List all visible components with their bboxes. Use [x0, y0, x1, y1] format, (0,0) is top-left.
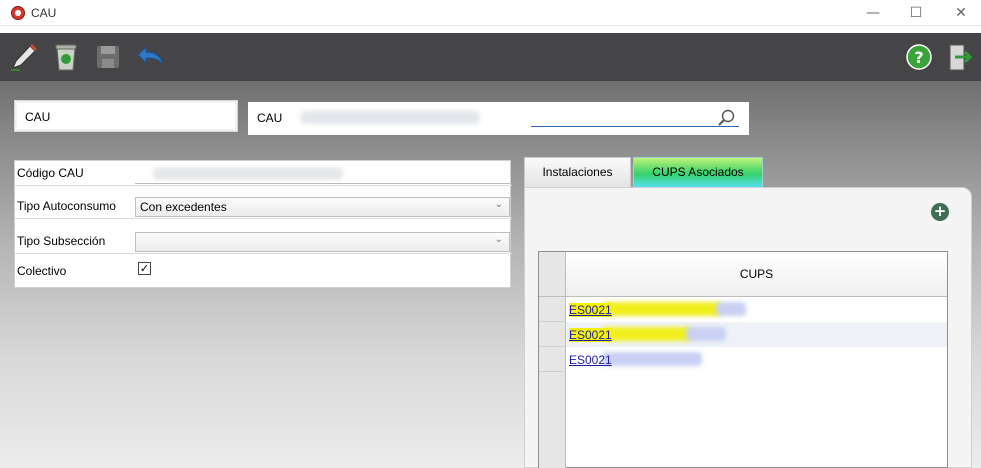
codigo-cau-label: Código CAU: [17, 166, 84, 180]
chevron-down-icon: ⌄: [494, 234, 503, 245]
window-title: CAU: [31, 6, 57, 20]
cups-value-redacted: [686, 327, 726, 341]
grid-corner: [539, 252, 566, 297]
cau-search-label: CAU: [257, 111, 283, 125]
row-header[interactable]: [539, 297, 566, 322]
form-row-subseccion: Tipo Subsección ⌄: [15, 229, 512, 254]
title-bar: CAU — ☐ ✕: [0, 0, 981, 26]
minimize-button[interactable]: —: [858, 2, 888, 24]
colectivo-label: Colectivo: [17, 264, 67, 278]
table-row[interactable]: ES0021: [566, 322, 947, 347]
cups-column-header[interactable]: CUPS: [566, 252, 947, 297]
exit-door-icon[interactable]: [943, 41, 975, 73]
tipo-subseccion-label: Tipo Subsección: [17, 234, 106, 248]
cau-box-label: CAU: [25, 110, 51, 124]
recycle-bin-icon[interactable]: [50, 41, 82, 73]
chevron-down-icon: ⌄: [494, 199, 503, 210]
cups-highlight-redacted: [602, 327, 692, 341]
app-logo-icon: [11, 6, 25, 20]
toolbar: ?: [0, 33, 981, 81]
svg-text:?: ?: [914, 48, 923, 67]
tab-instalaciones[interactable]: Instalaciones: [524, 157, 631, 187]
cau-box: CAU: [14, 100, 238, 132]
row-header[interactable]: [539, 347, 566, 372]
cau-form: Código CAU Tipo Autoconsumo Con excedent…: [14, 160, 512, 288]
cau-search-field[interactable]: CAU: [248, 102, 749, 135]
tipo-autoconsumo-select[interactable]: Con excedentes ⌄: [135, 197, 510, 217]
cau-search-value-redacted: [300, 111, 480, 124]
save-disk-icon[interactable]: [92, 41, 124, 73]
tipo-autoconsumo-label: Tipo Autoconsumo: [17, 199, 116, 213]
table-row[interactable]: ES0021: [566, 347, 947, 372]
tipo-subseccion-select[interactable]: ⌄: [135, 232, 510, 252]
colectivo-checkbox[interactable]: ✓: [138, 262, 151, 275]
maximize-button[interactable]: ☐: [901, 2, 931, 24]
form-row-autoconsumo: Tipo Autoconsumo Con excedentes ⌄: [15, 194, 512, 219]
table-row[interactable]: ES0021: [566, 297, 947, 322]
add-icon[interactable]: +: [931, 203, 949, 221]
close-button[interactable]: ✕: [946, 2, 976, 24]
cups-value-redacted: [602, 352, 702, 366]
cups-link[interactable]: ES0021: [569, 353, 612, 367]
codigo-cau-input[interactable]: [135, 164, 510, 184]
cups-value-redacted: [716, 302, 746, 316]
cups-link[interactable]: ES0021: [569, 303, 612, 317]
tab-cups-asociados[interactable]: CUPS Asociados: [633, 157, 763, 187]
tipo-autoconsumo-value: Con excedentes: [140, 200, 227, 214]
row-header-filler: [539, 372, 566, 468]
cups-highlight-redacted: [602, 302, 722, 316]
magnifier-icon[interactable]: [716, 108, 736, 128]
search-underline: [531, 126, 739, 127]
form-row-colectivo: Colectivo ✓: [15, 259, 512, 284]
form-row-codigo: Código CAU: [15, 161, 512, 186]
help-icon[interactable]: ?: [903, 41, 935, 73]
edit-pen-icon[interactable]: [8, 41, 40, 73]
row-header[interactable]: [539, 322, 566, 347]
undo-arrow-icon[interactable]: [134, 41, 166, 73]
codigo-cau-value-redacted: [153, 167, 343, 180]
cups-grid: CUPS ES0021 ES0021 ES0021: [538, 251, 948, 468]
cups-link[interactable]: ES0021: [569, 328, 612, 342]
